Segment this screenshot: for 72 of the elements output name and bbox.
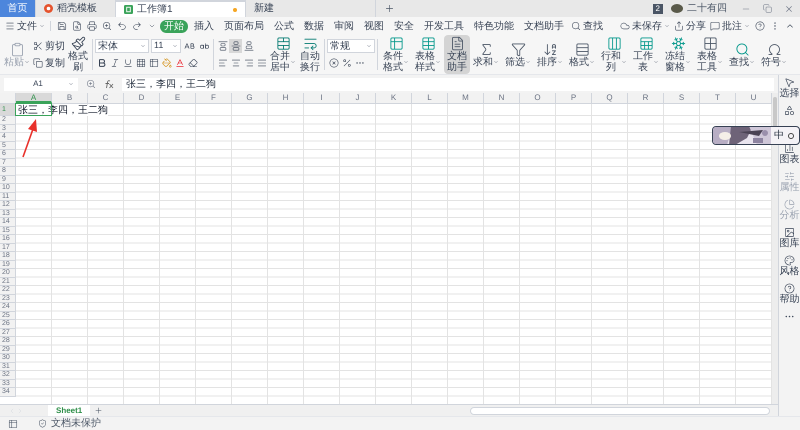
column-header[interactable]: B — [52, 93, 88, 103]
column-header[interactable]: E — [160, 93, 196, 103]
search-button[interactable]: 查找 — [570, 18, 604, 34]
formula-field[interactable]: 张三，李四，王二狗 — [122, 78, 774, 90]
column-header[interactable]: S — [664, 93, 700, 103]
notification-badge[interactable]: 2 — [652, 4, 663, 14]
menu-tab[interactable]: 插入 — [190, 20, 218, 32]
menu-tab[interactable]: 特色功能 — [470, 20, 518, 32]
format-painter-button[interactable]: 格式刷 — [66, 36, 90, 73]
copy-button[interactable]: 复制 — [32, 56, 66, 70]
number-format-select[interactable]: 常规 — [327, 39, 375, 53]
ribbon-button[interactable]: 文档助手 — [444, 35, 470, 74]
sidebar-item[interactable]: 图表 — [780, 143, 800, 167]
menu-tab[interactable]: 数据 — [300, 20, 328, 32]
column-header[interactable]: C — [88, 93, 124, 103]
column-header[interactable]: M — [448, 93, 484, 103]
menu-tab[interactable]: 视图 — [360, 20, 388, 32]
user-name[interactable]: 二十有四 — [687, 1, 727, 16]
menu-tab[interactable]: 开发工具 — [420, 20, 468, 32]
column-header[interactable]: D — [124, 93, 160, 103]
menu-tab[interactable]: 文档助手 — [520, 20, 568, 32]
menu-tab[interactable]: 安全 — [390, 20, 418, 32]
document-tab[interactable]: 首页 — [0, 0, 36, 17]
ime-mode-label[interactable]: 中 — [771, 128, 787, 143]
column-header[interactable]: P — [556, 93, 592, 103]
column-header[interactable]: Q — [592, 93, 628, 103]
sidebar-item[interactable]: 选择 — [780, 77, 800, 101]
wrap-text-button[interactable]: 自动换行 — [298, 36, 322, 73]
menu-tab[interactable]: 页面布局 — [220, 20, 268, 32]
ribbon-button[interactable]: 求和 — [470, 40, 502, 68]
ribbon-button[interactable]: 格式 — [566, 40, 598, 68]
cut-button[interactable]: 剪切 — [32, 38, 66, 54]
ribbon-button[interactable]: 符号 — [758, 40, 790, 68]
document-tab[interactable]: 工作簿1 — [116, 0, 246, 17]
column-header[interactable]: T — [700, 93, 736, 103]
font-size-select[interactable]: 11 — [151, 39, 181, 53]
sidebar-item[interactable]: 图库 — [780, 227, 800, 251]
ime-toolbar[interactable]: 中 — [712, 126, 800, 145]
column-header[interactable]: R — [628, 93, 664, 103]
name-box[interactable]: A1 — [4, 78, 78, 90]
sheet-tab[interactable]: Sheet1 — [48, 405, 90, 416]
column-header[interactable]: I — [304, 93, 340, 103]
ribbon-button[interactable]: 表格工具 — [694, 35, 726, 74]
column-header[interactable]: N — [484, 93, 520, 103]
save-status-button[interactable]: 未保存 — [619, 18, 671, 34]
ribbon-button[interactable]: 条件格式 — [380, 35, 412, 74]
column-header[interactable]: O — [520, 93, 556, 103]
column-header[interactable]: K — [376, 93, 412, 103]
sidebar-item[interactable]: 帮助 — [780, 283, 800, 307]
menu-tab[interactable]: 审阅 — [330, 20, 358, 32]
ribbon-button[interactable]: 行和列 — [598, 35, 630, 74]
ribbon-button[interactable]: 工作表 — [630, 35, 662, 74]
menu-tab[interactable]: 开始 — [160, 20, 188, 32]
file-menu[interactable]: 文件 — [4, 18, 46, 34]
sidebar-item[interactable]: 风格 — [780, 255, 800, 279]
share-button[interactable]: 分享 — [673, 18, 707, 34]
ribbon-button[interactable]: 查找 — [726, 40, 758, 68]
menu-tab[interactable]: 公式 — [270, 20, 298, 32]
column-header[interactable]: G — [232, 93, 268, 103]
column-header[interactable]: F — [196, 93, 232, 103]
ribbon-button[interactable]: 冻结窗格 — [662, 35, 694, 74]
merge-center-button[interactable]: 合并居中 — [268, 36, 298, 73]
ribbon-button[interactable]: 筛选 — [502, 40, 534, 68]
ribbon-button[interactable]: 排序 — [534, 40, 566, 68]
column-header[interactable]: H — [268, 93, 304, 103]
font-family-select[interactable]: 宋体 — [95, 39, 149, 53]
comment-button[interactable]: 批注 — [709, 18, 751, 34]
protection-status[interactable]: 文档未保护 — [38, 416, 101, 430]
column-header[interactable]: A — [16, 93, 52, 103]
column-header[interactable]: L — [412, 93, 448, 103]
column-header[interactable]: J — [340, 93, 376, 103]
ribbon-button[interactable]: 表格样式 — [412, 35, 444, 74]
